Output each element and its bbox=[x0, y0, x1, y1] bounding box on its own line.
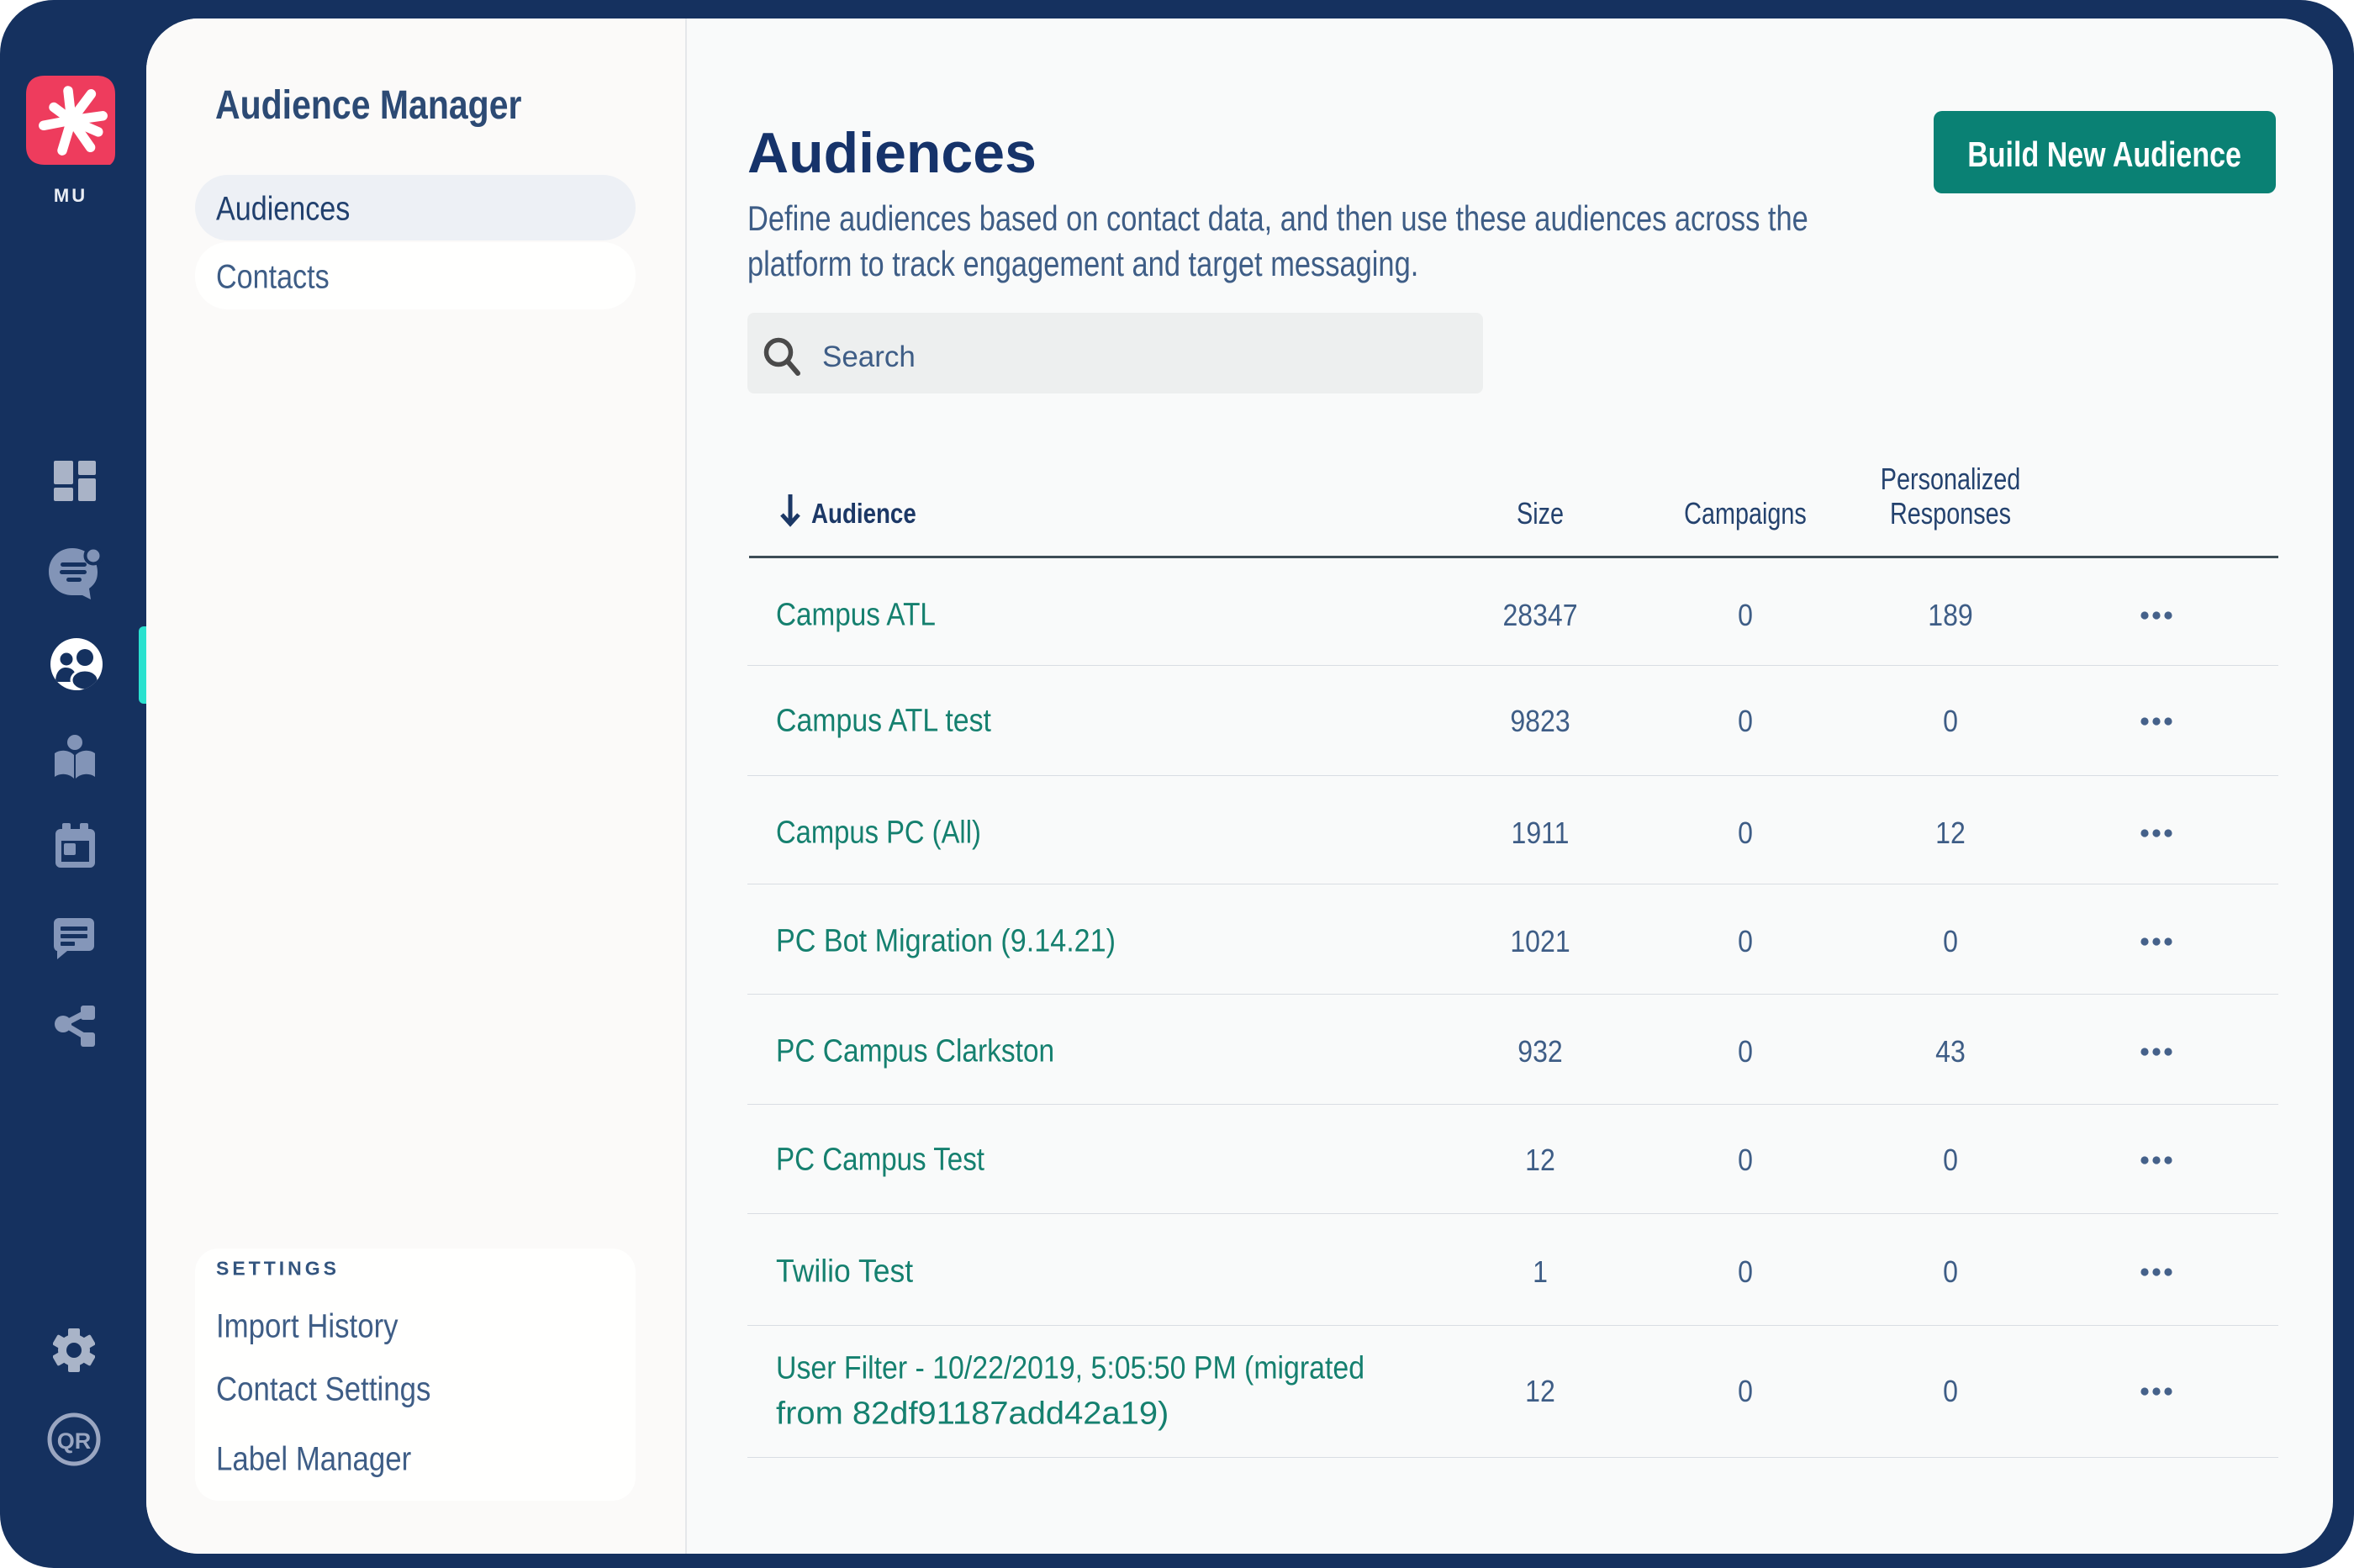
svg-text:QR: QR bbox=[57, 1428, 92, 1454]
